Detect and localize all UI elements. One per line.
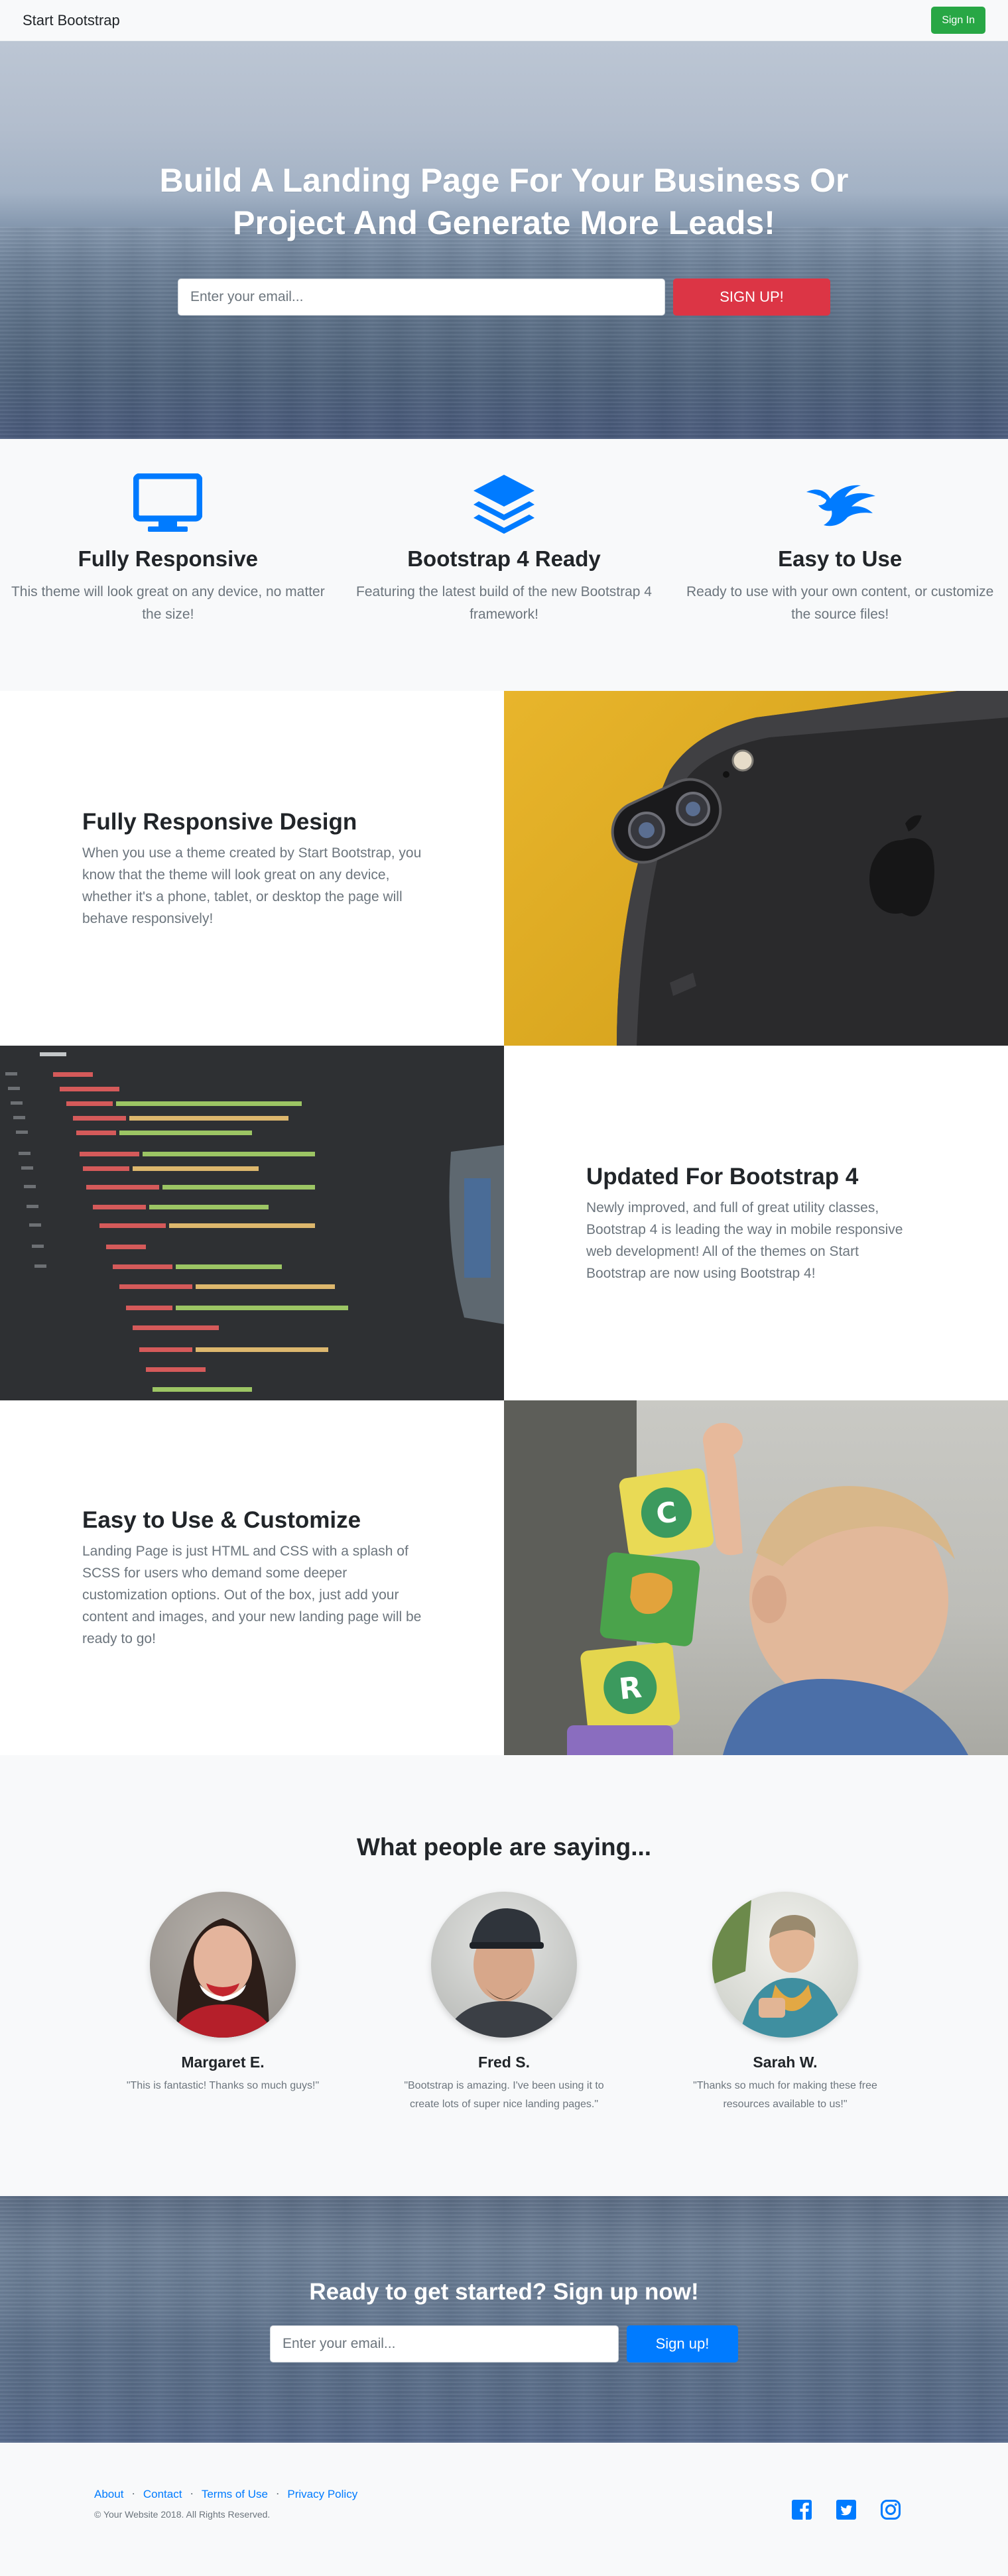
cta-section: Ready to get started? Sign up now! Sign … [0, 2196, 1008, 2443]
feature-bootstrap: Bootstrap 4 Ready Featuring the latest b… [336, 473, 672, 691]
showcase-text: Fully Responsive Design When you use a t… [0, 691, 504, 1046]
showcase-text: Updated For Bootstrap 4 Newly improved, … [504, 1046, 1008, 1400]
layers-icon [346, 473, 663, 534]
facebook-icon[interactable] [790, 2498, 813, 2521]
footer-link-contact[interactable]: Contact [143, 2488, 182, 2501]
hero-signup-button[interactable]: SIGN UP! [673, 278, 830, 316]
showcase-title: Updated For Bootstrap 4 [586, 1163, 859, 1190]
footer-links: About ⋅ Contact ⋅ Terms of Use ⋅ Privacy… [94, 2488, 357, 2501]
showcase-text: Easy to Use & Customize Landing Page is … [0, 1400, 504, 1755]
copyright-text: © Your Website 2018. All Rights Reserved… [94, 2509, 271, 2520]
separator: ⋅ [131, 2488, 135, 2500]
separator: ⋅ [275, 2488, 280, 2500]
avatar [712, 1892, 858, 2038]
avatar [431, 1892, 577, 2038]
feature-title: Bootstrap 4 Ready [407, 546, 601, 571]
showcase-text-body: When you use a theme created by Start Bo… [82, 845, 422, 926]
social-links [790, 2488, 902, 2576]
feature-text: This theme will look great on any device… [11, 584, 325, 622]
navbar: Start Bootstrap Sign In [0, 0, 1008, 41]
cta-signup-form: Sign up! [0, 2325, 1008, 2362]
monitor-icon [9, 473, 327, 534]
testimonials-heading: What people are saying... [356, 1833, 652, 1861]
hero-section: Build A Landing Page For Your Business O… [0, 41, 1008, 439]
feature-title: Easy to Use [778, 546, 903, 571]
showcase-text-body: Newly improved, and full of great utilit… [586, 1199, 903, 1281]
feature-title: Fully Responsive [78, 546, 259, 571]
testimonial-name: Margaret E. [181, 2054, 265, 2071]
twitter-icon[interactable] [835, 2498, 857, 2521]
feature-easy: Easy to Use Ready to use with your own c… [672, 473, 1008, 691]
child-blocks-image: C R [504, 1400, 1008, 1755]
feature-text: Featuring the latest build of the new Bo… [356, 584, 652, 622]
phone-image [504, 691, 1008, 1046]
feature-responsive: Fully Responsive This theme will look gr… [0, 473, 336, 691]
showcase-row-2: Updated For Bootstrap 4 Newly improved, … [0, 1046, 1008, 1400]
cta-signup-button[interactable]: Sign up! [627, 2325, 738, 2362]
testimonial-item: Margaret E. "This is fantastic! Thanks s… [82, 1892, 363, 2114]
testimonial-quote: "Bootstrap is amazing. I've been using i… [404, 2080, 604, 2110]
testimonial-item: Fred S. "Bootstrap is amazing. I've been… [363, 1892, 645, 2114]
testimonial-quote: "Thanks so much for making these free re… [693, 2080, 877, 2110]
footer-link-privacy[interactable]: Privacy Policy [287, 2488, 357, 2501]
showcase-title: Easy to Use & Customize [82, 1507, 361, 1533]
code-image [0, 1046, 504, 1400]
cta-heading: Ready to get started? Sign up now! [309, 2279, 699, 2305]
instagram-icon[interactable] [879, 2498, 902, 2521]
footer: About ⋅ Contact ⋅ Terms of Use ⋅ Privacy… [0, 2443, 1008, 2576]
feature-text: Ready to use with your own content, or c… [686, 584, 994, 622]
testimonials-section: What people are saying... Margaret E. "T… [0, 1755, 1008, 2196]
footer-link-terms[interactable]: Terms of Use [202, 2488, 268, 2501]
testimonial-item: Sarah W. "Thanks so much for making thes… [645, 1892, 926, 2114]
testimonial-quote: "This is fantastic! Thanks so much guys!… [126, 2080, 320, 2091]
sign-in-button[interactable]: Sign In [931, 6, 985, 34]
hero-email-input[interactable] [178, 278, 665, 316]
brand-link[interactable]: Start Bootstrap [23, 12, 120, 29]
footer-link-about[interactable]: About [94, 2488, 123, 2501]
showcase-title: Fully Responsive Design [82, 808, 357, 835]
cta-email-input[interactable] [270, 2325, 619, 2362]
avatar [150, 1892, 296, 2038]
footer-left: About ⋅ Contact ⋅ Terms of Use ⋅ Privacy… [94, 2488, 357, 2576]
hero-title: Build A Landing Page For Your Business O… [159, 162, 849, 241]
hero-signup-form: SIGN UP! [0, 278, 1008, 316]
separator: ⋅ [190, 2488, 194, 2500]
showcase-row-3: Easy to Use & Customize Landing Page is … [0, 1400, 1008, 1755]
showcase-row-1: Fully Responsive Design When you use a t… [0, 691, 1008, 1046]
bird-icon [681, 473, 999, 534]
showcase-text-body: Landing Page is just HTML and CSS with a… [82, 1544, 422, 1646]
testimonial-name: Sarah W. [753, 2054, 818, 2071]
features-section: Fully Responsive This theme will look gr… [0, 439, 1008, 691]
svg-text:R: R [617, 1670, 643, 1706]
testimonial-name: Fred S. [478, 2054, 530, 2071]
